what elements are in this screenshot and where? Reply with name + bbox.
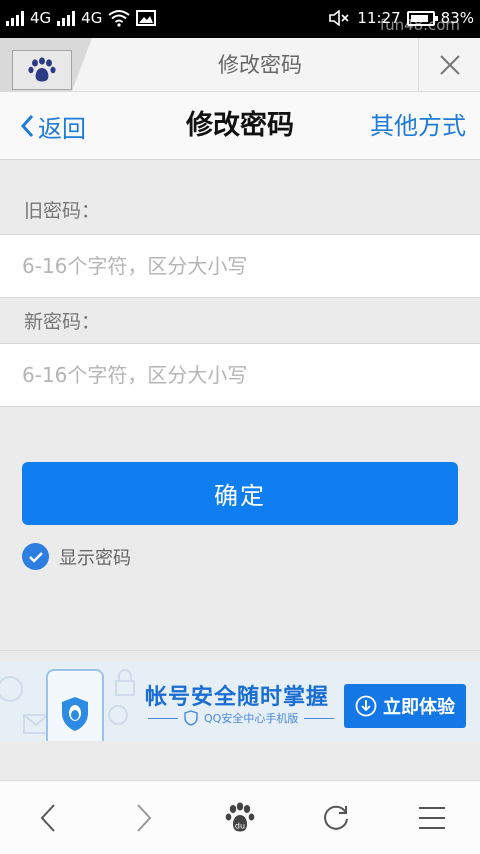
chevron-left-icon xyxy=(20,114,34,138)
page-title: 修改密码 xyxy=(186,110,294,141)
image-icon xyxy=(136,10,157,26)
try-now-label: 立即体验 xyxy=(383,697,455,718)
nav-menu-button[interactable] xyxy=(392,781,472,854)
try-now-button[interactable]: 立即体验 xyxy=(344,684,466,728)
nav-forward-button[interactable] xyxy=(104,781,184,854)
old-password-label: 旧密码： xyxy=(24,200,101,222)
download-icon xyxy=(355,695,377,717)
baidu-paw-icon xyxy=(28,57,56,82)
old-password-row xyxy=(0,234,480,298)
back-button[interactable]: 返回 xyxy=(20,92,86,160)
close-icon xyxy=(439,55,460,75)
network-type-2: 4G xyxy=(81,9,103,27)
wifi-icon xyxy=(108,10,130,27)
status-bar: 4G 4G 11:27 83% fun48.com xyxy=(0,0,480,38)
page-header: 返回 修改密码 其他方式 xyxy=(0,92,480,160)
nav-refresh-button[interactable] xyxy=(296,781,376,854)
forward-icon xyxy=(137,804,152,832)
browser-title-bar: 修改密码 xyxy=(0,38,480,92)
mute-icon xyxy=(329,10,349,26)
browser-title: 修改密码 xyxy=(218,53,302,77)
network-type-1: 4G xyxy=(30,9,52,27)
bottom-navigation: du xyxy=(0,780,480,854)
signal-icon-2 xyxy=(57,10,76,26)
checkbox-checked-icon[interactable] xyxy=(22,543,49,570)
nav-home-button[interactable]: du xyxy=(200,781,280,854)
banner-subtitle-row: QQ安全中心手机版 xyxy=(148,710,335,726)
confirm-button[interactable]: 确定 xyxy=(22,462,458,525)
banner-subtitle: QQ安全中心手机版 xyxy=(204,712,299,725)
baidu-paw-icon: du xyxy=(225,802,255,832)
show-password-label: 显示密码 xyxy=(59,547,131,569)
signal-icon xyxy=(6,10,24,26)
qq-security-banner[interactable]: 帐号安全随时掌握 QQ安全中心手机版 立即体验 xyxy=(0,663,480,741)
old-password-input[interactable] xyxy=(0,235,480,297)
show-password-toggle[interactable]: 显示密码 xyxy=(22,543,131,570)
other-methods-link[interactable]: 其他方式 xyxy=(370,92,466,160)
nav-back-button[interactable] xyxy=(8,781,88,854)
back-label: 返回 xyxy=(38,114,86,143)
status-left: 4G 4G xyxy=(6,9,157,27)
qq-shield-icon xyxy=(62,697,88,731)
new-password-input[interactable] xyxy=(0,344,480,406)
watermark: fun48.com xyxy=(379,16,460,34)
new-password-row xyxy=(0,343,480,407)
qq-small-icon xyxy=(184,710,198,726)
menu-icon xyxy=(419,807,445,829)
close-button[interactable] xyxy=(418,38,480,92)
svg-text:du: du xyxy=(235,822,245,831)
baidu-tab[interactable] xyxy=(12,50,72,90)
banner-title: 帐号安全随时掌握 xyxy=(145,685,330,710)
new-password-label: 新密码： xyxy=(24,311,101,333)
divider xyxy=(0,650,480,651)
refresh-icon xyxy=(324,805,348,830)
back-icon xyxy=(40,804,55,832)
